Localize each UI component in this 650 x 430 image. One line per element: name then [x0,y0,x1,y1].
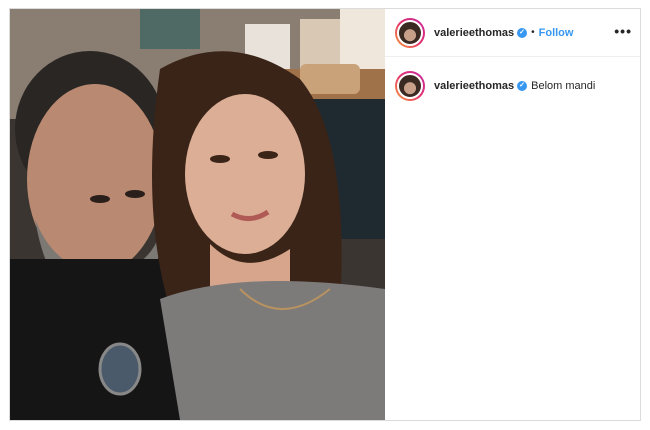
post-header: valerieethomas ✓ • Follow ••• [385,9,640,57]
post-sidebar: valerieethomas ✓ • Follow ••• valerieeth… [385,9,640,420]
selfie-photo-illustration [10,9,385,420]
separator-dot: • [531,27,535,38]
instagram-post: valerieethomas ✓ • Follow ••• valerieeth… [9,8,641,421]
post-photo[interactable] [10,9,385,420]
caption-avatar[interactable] [397,73,423,99]
caption-comment: valerieethomas ✓ Belom mandi [385,57,640,101]
verified-badge-icon: ✓ [517,27,528,38]
caption-text: Belom mandi [531,80,596,92]
more-options-icon[interactable]: ••• [614,23,632,39]
avatar-story-ring[interactable] [395,17,425,48]
avatar[interactable] [397,19,423,46]
header-username[interactable]: valerieethomas [434,27,514,39]
caption-avatar-ring[interactable] [395,71,425,101]
follow-button[interactable]: Follow [539,27,574,39]
verified-badge-icon: ✓ [517,81,528,91]
caption-username[interactable]: valerieethomas [434,80,514,92]
